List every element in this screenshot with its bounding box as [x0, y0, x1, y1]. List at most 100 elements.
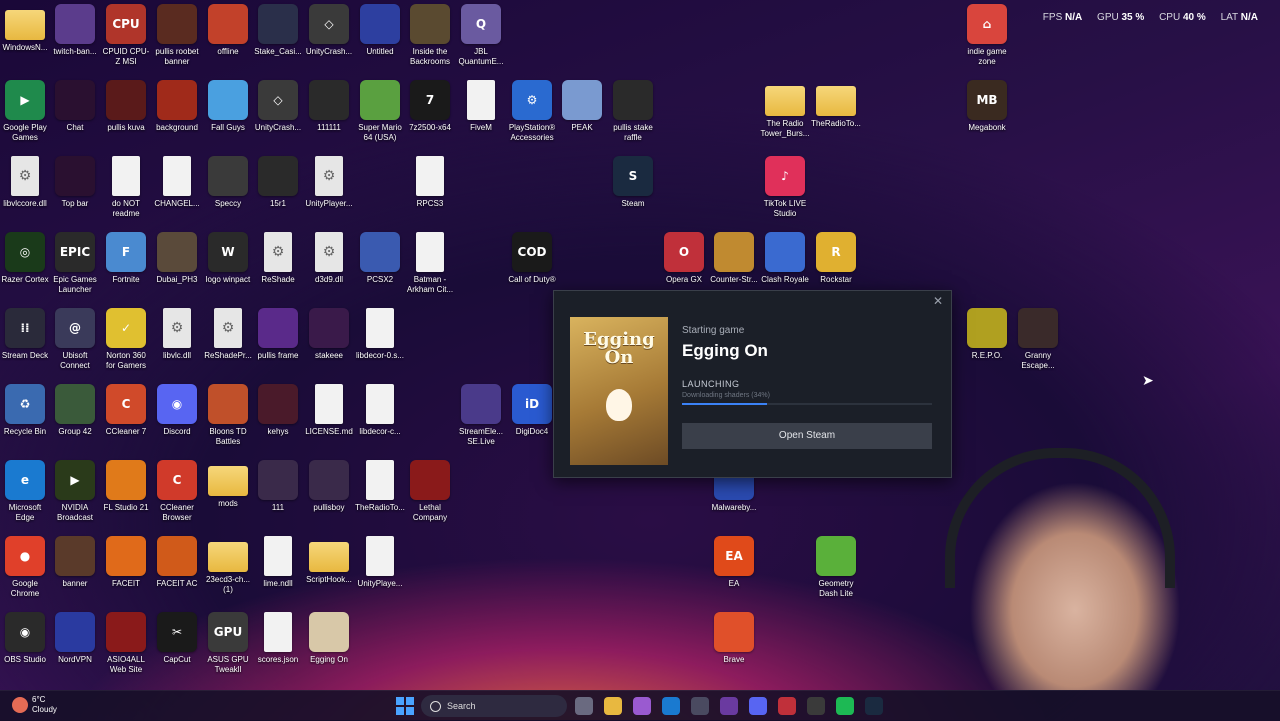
desktop-icon[interactable]: ⚙ PlayStation® Accessories: [507, 76, 557, 150]
desktop-icon[interactable]: ♻ Recycle Bin: [0, 380, 50, 454]
close-icon[interactable]: ✕: [933, 294, 943, 308]
desktop-icon[interactable]: FL Studio 21: [101, 456, 151, 530]
desktop-icon[interactable]: Dubai_PH3: [152, 228, 202, 302]
desktop-icon[interactable]: lime.ndll: [253, 532, 303, 606]
desktop-icon[interactable]: Brave: [709, 608, 759, 682]
desktop-icon[interactable]: ◇ UnityCrash...: [304, 0, 354, 74]
desktop-icon[interactable]: COD Call of Duty®: [507, 228, 557, 302]
desktop-icon[interactable]: twitch-ban...: [50, 0, 100, 74]
desktop-icon[interactable]: offline: [203, 0, 253, 74]
start-button[interactable]: [396, 697, 414, 715]
desktop-icon[interactable]: ⚙ ReShadePr...: [203, 304, 253, 378]
desktop-icon[interactable]: ⌂ indie game zone: [962, 0, 1012, 74]
desktop-icon[interactable]: TheRadioTo...: [355, 456, 405, 530]
desktop-icon[interactable]: ScriptHook...: [304, 532, 354, 606]
desktop-icon[interactable]: ♪ TikTok LIVE Studio: [760, 152, 810, 226]
desktop-icon[interactable]: Geometry Dash Lite: [811, 532, 861, 606]
taskbar-spotify-icon[interactable]: [836, 697, 854, 715]
desktop-icon[interactable]: GPU ASUS GPU Tweakll: [203, 608, 253, 682]
taskbar-discord-icon[interactable]: [749, 697, 767, 715]
desktop-icon[interactable]: pullis roobet banner: [152, 0, 202, 74]
desktop-icon[interactable]: ⚙ d3d9.dll: [304, 228, 354, 302]
desktop-icon[interactable]: Top bar: [50, 152, 100, 226]
desktop-icon[interactable]: 23ecd3-ch... (1): [203, 532, 253, 606]
desktop-icon[interactable]: Batman - Arkham Cit...: [405, 228, 455, 302]
taskbar-file-explorer-icon[interactable]: [604, 697, 622, 715]
desktop-icon[interactable]: pullisboy: [304, 456, 354, 530]
desktop-icon[interactable]: do NOT readme: [101, 152, 151, 226]
taskbar-chatgpt-icon[interactable]: [807, 697, 825, 715]
desktop-icon[interactable]: ✓ Norton 360 for Gamers: [101, 304, 151, 378]
desktop-icon[interactable]: kehys: [253, 380, 303, 454]
desktop-icon[interactable]: mods: [203, 456, 253, 530]
desktop-icon[interactable]: ▶ NVIDIA Broadcast: [50, 456, 100, 530]
desktop-icon[interactable]: pullis frame: [253, 304, 303, 378]
desktop-icon[interactable]: ⚙ ReShade: [253, 228, 303, 302]
desktop-icon[interactable]: 7 7z2500-x64: [405, 76, 455, 150]
desktop-icon[interactable]: ⚙ libvlccore.dll: [0, 152, 50, 226]
desktop-icon[interactable]: UnityPlaye...: [355, 532, 405, 606]
desktop-icon[interactable]: FACEIT AC: [152, 532, 202, 606]
desktop-icon[interactable]: C CCleaner Browser: [152, 456, 202, 530]
desktop-icon[interactable]: Fall Guys: [203, 76, 253, 150]
desktop-icon[interactable]: PCSX2: [355, 228, 405, 302]
taskbar-search[interactable]: Search: [421, 695, 567, 717]
open-steam-button[interactable]: Open Steam: [682, 423, 932, 449]
desktop-icon[interactable]: ◇ UnityCrash...: [253, 76, 303, 150]
desktop-icon[interactable]: Super Mario 64 (USA): [355, 76, 405, 150]
desktop-icon[interactable]: pullis kuva: [101, 76, 151, 150]
desktop-icon[interactable]: 111: [253, 456, 303, 530]
desktop-icon[interactable]: @ Ubisoft Connect: [50, 304, 100, 378]
desktop-icon[interactable]: C CCleaner 7: [101, 380, 151, 454]
desktop-icon[interactable]: TheRadioTo...: [811, 76, 861, 150]
desktop-icon[interactable]: R.E.P.O.: [962, 304, 1012, 378]
desktop-icon[interactable]: stakeee: [304, 304, 354, 378]
desktop-icon[interactable]: F Fortnite: [101, 228, 151, 302]
desktop-icon[interactable]: Chat: [50, 76, 100, 150]
desktop-icon[interactable]: NordVPN: [50, 608, 100, 682]
desktop-icon[interactable]: FiveM: [456, 76, 506, 150]
desktop-icon[interactable]: ▶ Google Play Games: [0, 76, 50, 150]
taskbar-steam-icon[interactable]: [865, 697, 883, 715]
taskbar-obs-icon[interactable]: [720, 697, 738, 715]
desktop-icon[interactable]: Group 42: [50, 380, 100, 454]
desktop-icon[interactable]: libdecor-c...: [355, 380, 405, 454]
taskbar-store-icon[interactable]: [691, 697, 709, 715]
desktop-icon[interactable]: Speccy: [203, 152, 253, 226]
desktop-icon[interactable]: ◉ OBS Studio: [0, 608, 50, 682]
desktop-icon[interactable]: EA EA: [709, 532, 759, 606]
desktop-icon[interactable]: e Microsoft Edge: [0, 456, 50, 530]
desktop-icon[interactable]: LICENSE.md: [304, 380, 354, 454]
desktop-icon[interactable]: Wlogo winpact: [203, 228, 253, 302]
weather-widget[interactable]: 6°C Cloudy: [12, 695, 57, 715]
desktop-icon[interactable]: WindowsN...: [0, 0, 50, 74]
desktop-icon[interactable]: Granny Escape...: [1013, 304, 1063, 378]
desktop-icon[interactable]: background: [152, 76, 202, 150]
desktop-icon[interactable]: 111111: [304, 76, 354, 150]
desktop-icon[interactable]: FACEIT: [101, 532, 151, 606]
desktop-icon[interactable]: ASIO4ALL Web Site: [101, 608, 151, 682]
desktop-icon[interactable]: Bloons TD Battles: [203, 380, 253, 454]
desktop-icon[interactable]: ● Google Chrome: [0, 532, 50, 606]
desktop-icon[interactable]: EPIC Epic Games Launcher: [50, 228, 100, 302]
desktop-icon[interactable]: banner: [50, 532, 100, 606]
desktop-icon[interactable]: Egging On: [304, 608, 354, 682]
taskbar-opera-gx-icon[interactable]: [778, 697, 796, 715]
desktop-icon[interactable]: S Steam: [608, 152, 658, 226]
desktop-icon[interactable]: RPCS3: [405, 152, 455, 226]
desktop-icon[interactable]: libdecor-0.s...: [355, 304, 405, 378]
desktop-icon[interactable]: Lethal Company: [405, 456, 455, 530]
desktop-icon[interactable]: ⁞⁞ Stream Deck: [0, 304, 50, 378]
desktop-icon[interactable]: ⚙ libvlc.dll: [152, 304, 202, 378]
taskbar-edge-icon[interactable]: [662, 697, 680, 715]
desktop-icon[interactable]: ◎ Razer Cortex: [0, 228, 50, 302]
desktop-icon[interactable]: ✂ CapCut: [152, 608, 202, 682]
desktop-icon[interactable]: CPU CPUID CPU-Z MSI: [101, 0, 151, 74]
desktop-icon[interactable]: The Radio Tower_Burs...: [760, 76, 810, 150]
desktop-icon[interactable]: Inside the Backrooms: [405, 0, 455, 74]
desktop-icon[interactable]: Q JBL QuantumE...: [456, 0, 506, 74]
taskbar-copilot-icon[interactable]: [633, 697, 651, 715]
taskbar-task-view-icon[interactable]: [575, 697, 593, 715]
desktop-icon[interactable]: ⚙ UnityPlayer...: [304, 152, 354, 226]
desktop-icon[interactable]: pullis stake raffle: [608, 76, 658, 150]
